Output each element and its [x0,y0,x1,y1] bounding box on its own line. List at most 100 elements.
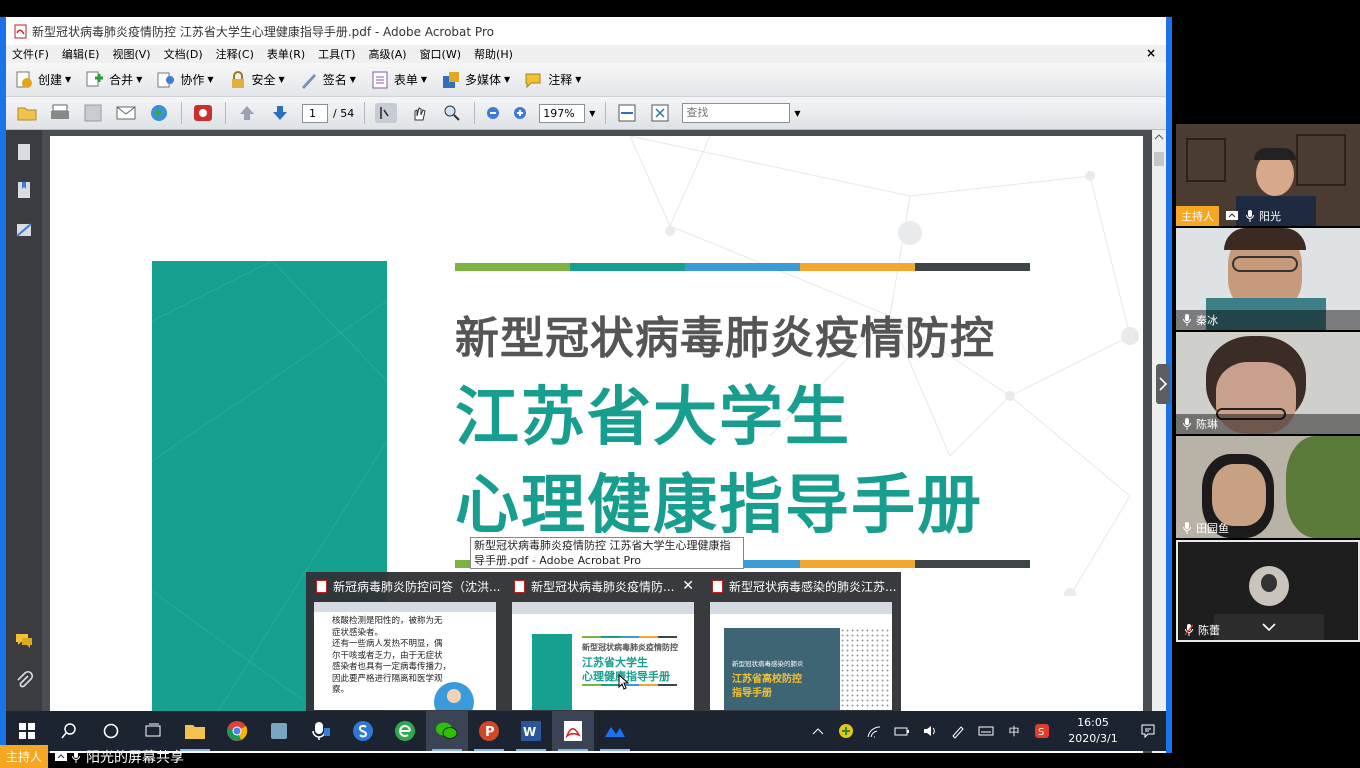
previous-page-icon[interactable] [236,103,258,123]
combine-button[interactable]: 合并 ▼ [85,70,142,90]
tray-chevron-up-icon[interactable] [804,726,832,736]
volume-icon[interactable] [916,724,944,738]
taskbar-acrobat[interactable] [552,711,594,751]
thumb-toolbar [512,602,694,614]
sogou-ime-icon[interactable]: S [1028,723,1056,739]
menu-advanced[interactable]: 高级(A) [368,46,406,62]
pdf-file-icon [14,24,27,38]
color-bar-segment [800,560,915,568]
email-icon[interactable] [115,103,137,123]
input-method-label[interactable]: 中 [1000,723,1028,739]
signatures-panel-icon[interactable] [14,220,34,240]
preview-window-2[interactable]: 新型冠状病毒肺炎疫情防... ✕ 新型冠状病毒肺炎疫情防控 江苏省大学生 心理健… [504,572,702,712]
background-shelf [1296,134,1346,186]
multimedia-button[interactable]: 多媒体 ▼ [441,70,510,90]
bookmarks-panel-icon[interactable] [14,180,34,200]
preview-window-3[interactable]: 新型冠状病毒感染的肺炎江苏... 新型冠状病毒感染的肺炎 江苏省高校防控 指导手… [702,572,900,712]
navigation-pane [6,130,42,753]
taskbar-word[interactable]: W [510,711,552,751]
menu-tools[interactable]: 工具(T) [318,46,355,62]
taskbar-wechat[interactable] [426,711,468,751]
participant-hair [1224,228,1306,250]
tray-360-icon[interactable] [832,723,860,739]
comment-button[interactable]: 注释 ▼ [524,70,581,90]
menu-edit[interactable]: 编辑(E) [62,46,100,62]
background-plant [1286,436,1360,538]
close-document-button[interactable]: × [1146,46,1156,60]
menu-help[interactable]: 帮助(H) [474,46,513,62]
comments-panel-icon[interactable] [14,630,34,650]
toolbar-divider [605,102,607,124]
battery-icon[interactable] [888,725,916,737]
menu-document[interactable]: 文档(D) [164,46,203,62]
thumb-dot-pattern [840,628,890,710]
find-dropdown-icon[interactable]: ▼ [794,109,800,118]
preview-title: 新型冠状病毒感染的肺炎江苏... [729,579,897,594]
attachments-panel-icon[interactable] [14,670,34,690]
web-icon[interactable] [148,103,170,123]
chevron-down-icon: ▼ [575,75,582,84]
pen-workspace-icon[interactable] [944,723,972,739]
notifications-icon[interactable] [1130,723,1166,739]
navigation-toolbar: 1 / 54 197% ▼ 查找 ▼ [6,97,1166,130]
microphone-icon [1183,522,1191,534]
forms-button[interactable]: 表单 ▼ [370,70,427,90]
menu-view[interactable]: 视图(V) [112,46,150,62]
participant-name: 阳光 [1259,210,1281,223]
hand-tool-icon[interactable] [408,103,430,123]
comment-icon [525,73,541,88]
participant-tile[interactable]: 主持人 阳光 [1176,124,1360,226]
taskbar-powerpoint[interactable]: P [468,711,510,751]
preview-window-1[interactable]: 新冠病毒肺炎防控问答（沈洪... 核酸检测是阳性的，被称为无 症状感染者。 还有… [306,572,504,712]
vertical-scrollbar[interactable] [1152,130,1166,753]
zoom-in-icon[interactable] [512,103,528,123]
participant-nameplate: 田园鱼 [1176,518,1229,538]
fit-width-icon[interactable] [616,103,638,123]
color-bar-segment [455,263,570,271]
side-panel-toggle[interactable] [1156,364,1170,404]
expand-tab[interactable] [1214,614,1324,640]
menu-comments[interactable]: 注释(C) [216,46,254,62]
microphone-icon [1183,314,1191,326]
wifi-icon[interactable] [860,724,888,738]
screen-share-icon [1226,211,1238,220]
scroll-up-icon[interactable] [1154,132,1164,142]
menu-window[interactable]: 窗口(W) [420,46,461,62]
participant-tile[interactable]: 陈琳 [1176,332,1360,434]
search-icon [61,723,76,739]
window-title: 新型冠状病毒肺炎疫情防控 江苏省大学生心理健康指导手册.pdf - Adobe … [32,24,494,39]
select-text-icon[interactable] [375,103,398,123]
save-icon[interactable] [82,103,104,123]
zoom-out-icon[interactable] [485,103,501,123]
taskbar-clock[interactable]: 16:05 2020/3/1 [1056,715,1130,747]
find-input[interactable]: 查找 [682,103,791,123]
next-page-icon[interactable] [269,103,291,123]
participant-name: 陈琳 [1196,418,1218,431]
zoom-level-input[interactable]: 197% [539,103,586,123]
sign-button[interactable]: 签名 ▼ [299,70,356,90]
collaborate-button[interactable]: 协作 ▼ [156,70,214,90]
page-number-input[interactable]: 1 [302,103,328,123]
clock-date: 2020/3/1 [1068,732,1118,745]
zoom-dropdown-icon[interactable]: ▼ [589,109,595,118]
open-folder-icon[interactable] [16,103,38,123]
zoom-tool-icon[interactable] [441,103,463,123]
pages-panel-icon[interactable] [14,142,34,162]
sogou-icon [353,721,373,741]
taskbar-tencent-meeting[interactable] [594,711,636,751]
menu-forms[interactable]: 表单(R) [267,46,305,62]
organizer-icon[interactable] [192,103,214,123]
secure-button[interactable]: 安全 ▼ [228,70,285,90]
fit-page-icon[interactable] [649,103,671,123]
create-button[interactable]: 创建 ▼ [14,70,71,90]
participant-tile[interactable]: 陈蕾 [1176,540,1360,642]
menu-file[interactable]: 文件(F) [12,46,49,62]
participant-tile[interactable]: 田园鱼 [1176,436,1360,538]
close-preview-button[interactable]: ✕ [682,578,694,594]
print-icon[interactable] [49,103,71,123]
participant-tile[interactable]: 秦冰 [1176,228,1360,330]
scrollbar-thumb[interactable] [1154,152,1164,166]
chrome-icon [227,721,248,741]
task-toolbar: 创建 ▼ 合并 ▼ 协作 ▼ 安全 ▼ 签名 ▼ 表单 ▼ 多媒体 ▼ 注释 ▼ [6,63,1166,97]
keyboard-icon[interactable] [972,725,1000,737]
